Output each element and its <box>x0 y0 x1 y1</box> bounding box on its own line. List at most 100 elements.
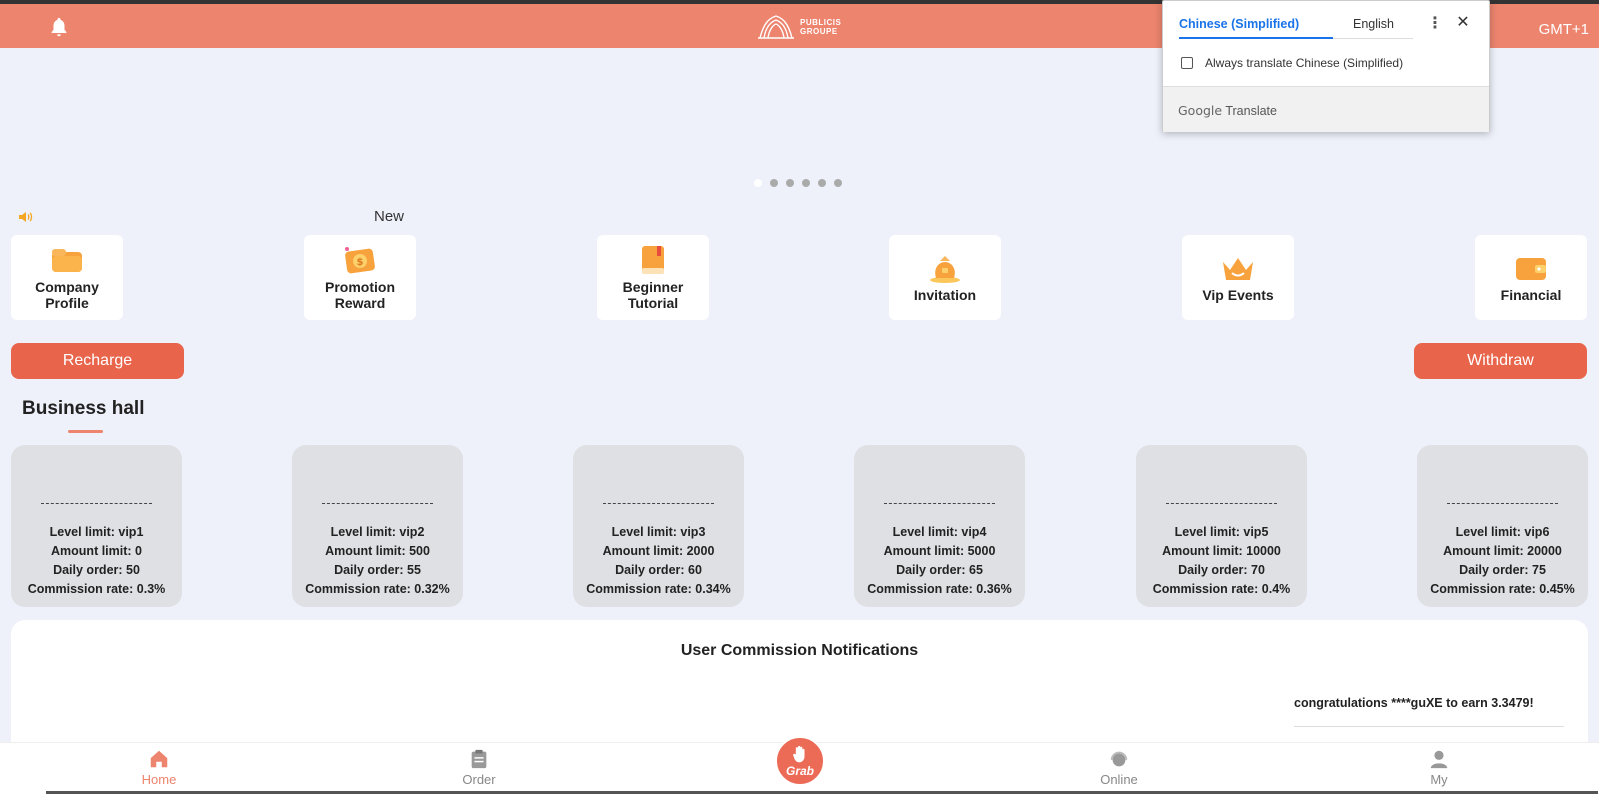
menu-financial[interactable]: Financial <box>1475 235 1587 320</box>
grab-label: Grab <box>785 764 814 778</box>
translate-popup: Chinese (Simplified) English ⋮ ✕ Always … <box>1162 0 1490 132</box>
menu-label: Promotion <box>325 279 395 295</box>
menu-beginner-tutorial[interactable]: Beginner Tutorial <box>597 235 709 320</box>
recharge-button[interactable]: Recharge <box>11 343 184 379</box>
carousel-dots <box>754 179 842 187</box>
daily-order: Daily order: 50 <box>53 563 140 577</box>
divider <box>603 503 714 504</box>
speaker-icon <box>19 212 33 222</box>
divider <box>1447 503 1558 504</box>
lion-logo-icon <box>758 15 794 39</box>
brand-translate: Translate <box>1225 104 1277 118</box>
menu-vip-events[interactable]: Vip Events <box>1182 235 1294 320</box>
close-icon[interactable]: ✕ <box>1455 12 1471 32</box>
svg-text:$: $ <box>357 257 364 268</box>
carousel-dot[interactable] <box>834 179 842 187</box>
more-options-icon[interactable]: ⋮ <box>1427 13 1443 33</box>
vip-card[interactable]: Level limit: vip5 Amount limit: 10000 Da… <box>1136 445 1307 607</box>
always-translate-checkbox[interactable] <box>1181 57 1193 69</box>
level-limit: Level limit: vip4 <box>892 525 987 539</box>
level-limit: Level limit: vip6 <box>1455 525 1550 539</box>
amount-limit: Amount limit: 10000 <box>1162 544 1281 558</box>
tab-online[interactable]: Online <box>1079 743 1159 793</box>
divider <box>1166 503 1277 504</box>
tab-source-language[interactable]: Chinese (Simplified) <box>1179 17 1299 31</box>
tab-target-language[interactable]: English <box>1353 17 1394 31</box>
tab-order[interactable]: Order <box>439 743 519 793</box>
amount-limit: Amount limit: 500 <box>325 544 430 558</box>
menu-label: Beginner <box>622 279 684 295</box>
divider <box>41 503 152 504</box>
tab-home[interactable]: Home <box>119 743 199 793</box>
daily-order: Daily order: 55 <box>334 563 421 577</box>
daily-order: Daily order: 70 <box>1178 563 1265 577</box>
level-limit: Level limit: vip1 <box>49 525 144 539</box>
tab-label: Order <box>462 772 496 787</box>
carousel-dot[interactable] <box>754 179 762 187</box>
user-icon <box>1430 750 1448 769</box>
amount-limit: Amount limit: 2000 <box>602 544 715 558</box>
daily-order: Daily order: 75 <box>1459 563 1546 577</box>
carousel-dot[interactable] <box>786 179 794 187</box>
level-limit: Level limit: vip2 <box>330 525 425 539</box>
google-translate-brand: Google Translate <box>1178 103 1277 118</box>
wallet-icon <box>1516 258 1546 280</box>
brand-logo: PUBLICIS GROUPE <box>756 12 841 42</box>
commission-rate: Commission rate: 0.32% <box>305 582 450 596</box>
folder-icon <box>52 249 82 272</box>
tab-label: Home <box>141 772 177 787</box>
tab-my[interactable]: My <box>1399 743 1479 793</box>
gift-bag-icon <box>930 256 960 283</box>
vip-card[interactable]: Level limit: vip4 Amount limit: 5000 Dai… <box>854 445 1025 607</box>
menu-label: Invitation <box>913 287 977 303</box>
daily-order: Daily order: 65 <box>896 563 983 577</box>
translate-footer: Google Translate <box>1163 86 1489 132</box>
menu-label: Reward <box>334 295 386 311</box>
active-tab-underline <box>1179 37 1333 39</box>
carousel-dot[interactable] <box>770 179 778 187</box>
menu-invitation[interactable]: Invitation <box>889 235 1001 320</box>
commission-rate: Commission rate: 0.4% <box>1152 582 1291 596</box>
vip-card[interactable]: Level limit: vip2 Amount limit: 500 Dail… <box>292 445 463 607</box>
menu-company-profile[interactable]: Company Profile <box>11 235 123 320</box>
crown-icon <box>1223 258 1253 280</box>
tab-label: Online <box>1100 772 1138 787</box>
daily-order: Daily order: 60 <box>615 563 702 577</box>
amount-limit: Amount limit: 20000 <box>1443 544 1562 558</box>
divider <box>322 503 433 504</box>
logo-line1: PUBLICIS <box>800 18 842 27</box>
menu-label: Company <box>35 279 99 295</box>
notification-message: congratulations ****guXE to earn 3.3479! <box>1294 696 1534 710</box>
menu-promotion-reward[interactable]: $ Promotion Reward <box>304 235 416 320</box>
home-icon <box>150 750 168 768</box>
level-limit: Level limit: vip3 <box>611 525 706 539</box>
commission-rate: Commission rate: 0.3% <box>27 582 166 596</box>
amount-limit: Amount limit: 0 <box>51 544 142 558</box>
notifications-title: User Commission Notifications <box>680 642 919 659</box>
level-limit: Level limit: vip5 <box>1174 525 1269 539</box>
withdraw-button[interactable]: Withdraw <box>1414 343 1587 379</box>
brand-google: Google <box>1178 103 1223 118</box>
always-translate-label: Always translate Chinese (Simplified) <box>1205 56 1404 70</box>
announcement-text: New <box>374 208 405 225</box>
bell-icon[interactable] <box>48 16 70 38</box>
headset-icon <box>1110 751 1128 767</box>
menu-label: Financial <box>1500 287 1562 303</box>
clipboard-icon <box>471 749 487 769</box>
logo-line2: GROUPE <box>800 27 838 36</box>
book-icon <box>642 246 664 274</box>
vip-card[interactable]: Level limit: vip3 Amount limit: 2000 Dai… <box>573 445 744 607</box>
carousel-dot[interactable] <box>802 179 810 187</box>
commission-rate: Commission rate: 0.34% <box>586 582 731 596</box>
timezone-label: GMT+1 <box>1538 21 1589 38</box>
vip-card[interactable]: Level limit: vip6 Amount limit: 20000 Da… <box>1417 445 1588 607</box>
grab-button[interactable]: Grab <box>775 736 825 786</box>
divider <box>884 503 995 504</box>
carousel-dot[interactable] <box>818 179 826 187</box>
business-hall-title: Business hall <box>22 398 145 419</box>
vip-card[interactable]: Level limit: vip1 Amount limit: 0 Daily … <box>11 445 182 607</box>
tab-divider <box>1333 38 1413 39</box>
money-envelope-icon: $ <box>345 247 375 274</box>
menu-label: Profile <box>45 295 89 311</box>
title-underline <box>68 430 103 433</box>
